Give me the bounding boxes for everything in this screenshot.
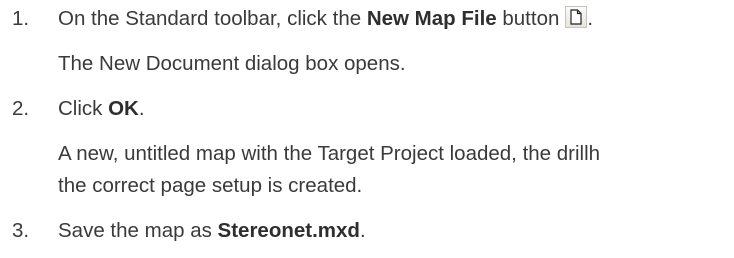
step-text-pre: On the Standard toolbar, click the (58, 7, 367, 30)
step-2-note-line-1: A new, untitled map with the Target Proj… (58, 142, 601, 165)
step-text-post: . (138, 97, 145, 120)
filename-stereonet: Stereonet.mxd (217, 219, 360, 242)
step-number: 1. (12, 7, 30, 30)
step-text-pre: Click (58, 97, 109, 120)
step-text-post: . (359, 219, 366, 242)
step-text-period: . (587, 7, 594, 30)
step-1-note: The New Document dialog box opens. (58, 52, 406, 75)
step-instruction: Save the map as Stereonet.mxd. (58, 218, 366, 244)
step-instruction: On the Standard toolbar, click the New M… (58, 6, 593, 32)
step-text-post: button (496, 7, 560, 30)
step-instruction: Click OK. (58, 96, 145, 122)
new-map-file-button[interactable] (565, 6, 588, 28)
step-number: 2. (12, 97, 30, 120)
step-text-pre: Save the map as (58, 219, 218, 242)
ui-term-new-map-file: New Map File (366, 7, 497, 30)
step-2-note-line-2: the correct page setup is created. (58, 174, 363, 197)
ui-term-ok: OK (108, 97, 139, 120)
step-number: 3. (12, 219, 30, 242)
new-file-icon (570, 9, 582, 25)
